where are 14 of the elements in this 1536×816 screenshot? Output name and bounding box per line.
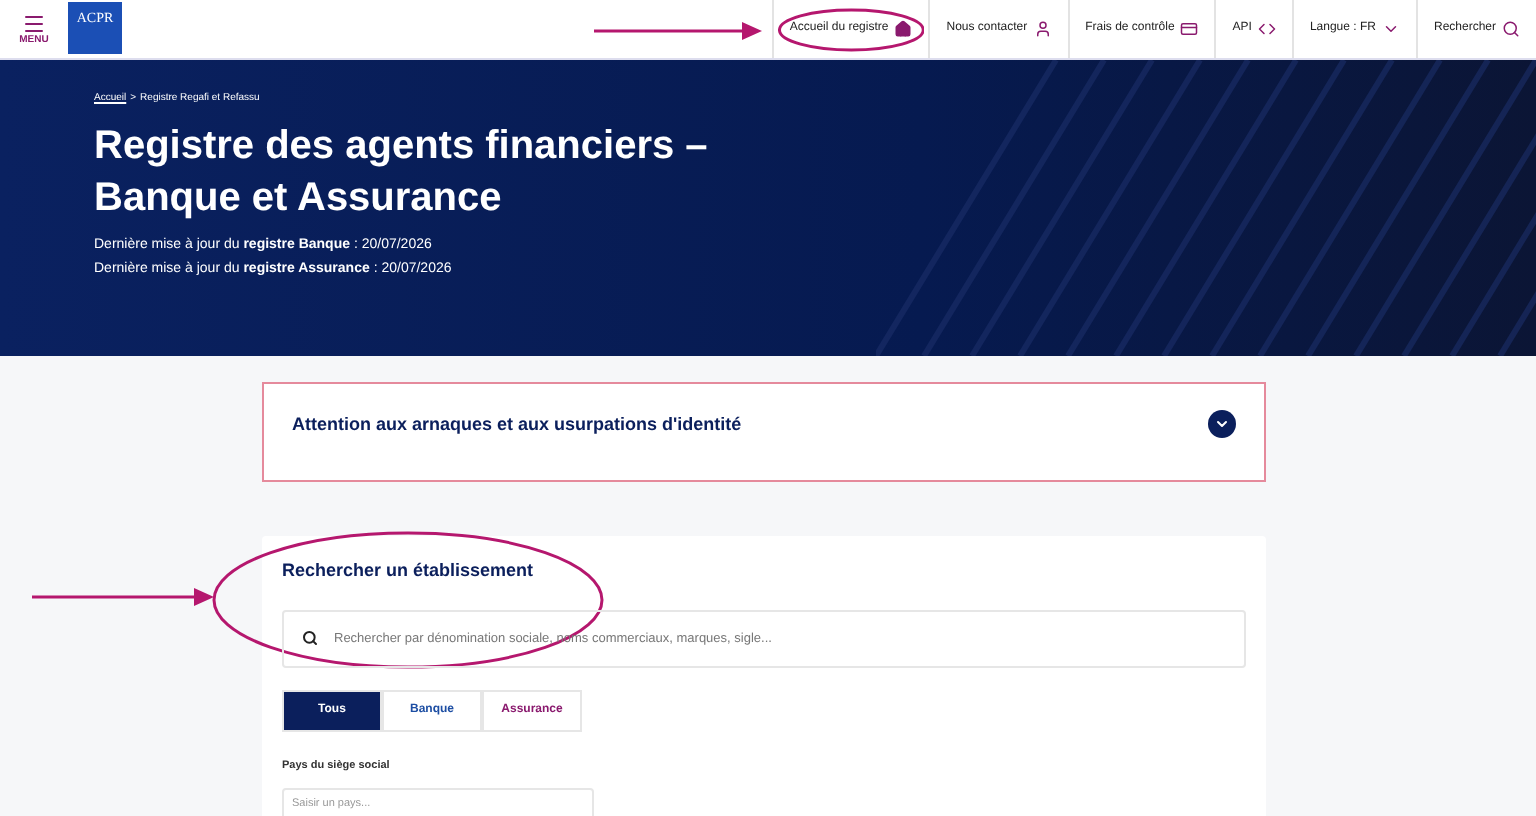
- code-icon: [1257, 20, 1276, 38]
- alert-title: Attention aux arnaques et aux usurpations d'identité: [292, 412, 742, 438]
- caret-icon: [1381, 20, 1400, 38]
- menu-icon: [22, 12, 46, 36]
- card-icon: [1180, 20, 1199, 38]
- user-icon: [1033, 20, 1052, 38]
- home-icon: [894, 20, 913, 38]
- search-title: Rechercher un établissement: [282, 558, 536, 584]
- alert-panel[interactable]: Attention aux arnaques et aux usurpations d'identité: [262, 382, 1266, 482]
- expand-button[interactable]: [1208, 410, 1236, 438]
- chevron-icon: [1214, 416, 1230, 432]
- search-icon: [1502, 20, 1520, 38]
- search-icon: [302, 630, 318, 646]
- page-title: Registre des agents financiers – Banque et Assurance: [94, 121, 710, 223]
